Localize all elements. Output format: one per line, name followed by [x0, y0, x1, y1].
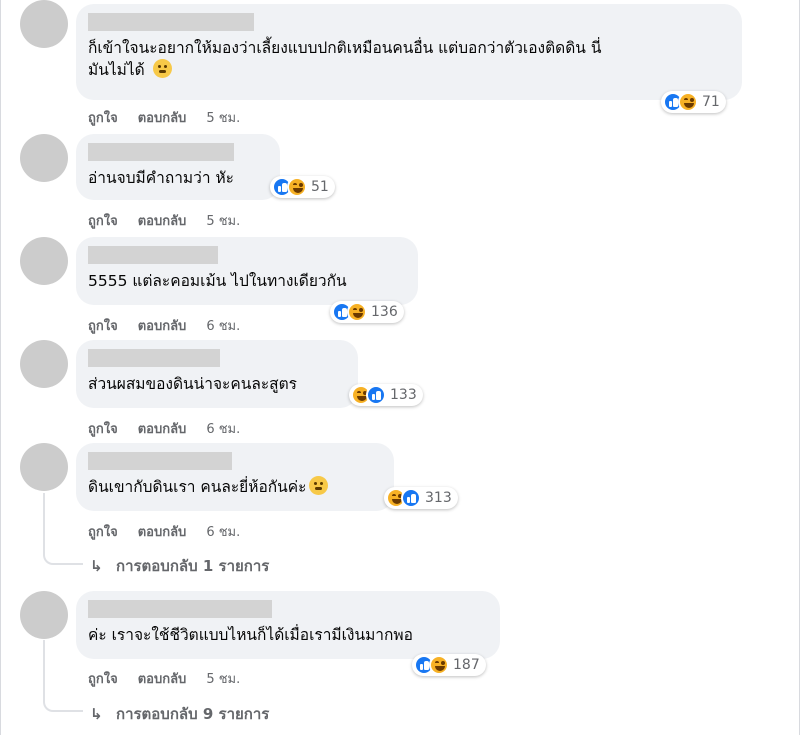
like-button[interactable]: ถูกใจ — [88, 418, 118, 439]
reply-button[interactable]: ตอบกลับ — [138, 315, 187, 336]
avatar[interactable] — [20, 134, 68, 182]
like-button[interactable]: ถูกใจ — [88, 521, 118, 542]
reaction-summary[interactable]: 136 — [330, 301, 404, 323]
reply-button[interactable]: ตอบกลับ — [138, 521, 187, 542]
reply-arrow-icon: ↳ — [90, 705, 103, 723]
reaction-count: 187 — [453, 657, 480, 673]
view-replies-button[interactable]: ↳ การตอบกลับ 1 รายการ — [90, 554, 269, 578]
comment-actions: ถูกใจ ตอบกลับ 6 ชม. — [88, 418, 260, 439]
reaction-summary[interactable]: 71 — [661, 91, 726, 113]
like-button[interactable]: ถูกใจ — [88, 107, 118, 128]
commenter-name-redacted[interactable] — [88, 143, 234, 161]
reaction-count: 51 — [311, 179, 329, 195]
slightly-smiling-face-icon — [152, 59, 172, 78]
avatar[interactable] — [20, 0, 68, 48]
comment-text-line2: มันไม่ได้ — [88, 59, 730, 81]
reaction-count: 313 — [425, 490, 452, 506]
comment-actions: ถูกใจ ตอบกลับ 6 ชม. — [88, 315, 260, 336]
commenter-name-redacted[interactable] — [88, 452, 232, 470]
like-button[interactable]: ถูกใจ — [88, 668, 118, 689]
reaction-summary[interactable]: 187 — [412, 654, 486, 676]
thread-connector-line — [43, 640, 83, 712]
comment-bubble: ดินเขากับดินเรา คนละยี่ห้อกันค่ะ — [76, 443, 394, 511]
comment-actions: ถูกใจ ตอบกลับ 5 ชม. — [88, 107, 260, 128]
avatar[interactable] — [20, 340, 68, 388]
avatar[interactable] — [20, 237, 68, 285]
comment-text: อ่านจบมีคำถามว่า หัะ — [88, 169, 235, 187]
timestamp[interactable]: 6 ชม. — [206, 315, 240, 336]
like-reaction-icon — [366, 385, 386, 405]
timestamp[interactable]: 5 ชม. — [206, 210, 240, 231]
comment-text: ดินเขากับดินเรา คนละยี่ห้อกันค่ะ — [88, 476, 382, 498]
like-reaction-icon — [401, 488, 421, 508]
comment-actions: ถูกใจ ตอบกลับ 6 ชม. — [88, 521, 260, 542]
reaction-summary[interactable]: 133 — [349, 384, 423, 406]
commenter-name-redacted[interactable] — [88, 13, 254, 31]
comment-text: ก็เข้าใจนะอยากให้มองว่าเลี้ยงแบบปกติเหมื… — [88, 39, 602, 57]
comment-bubble: 5555 แต่ละคอมเม้น ไปในทางเดียวกัน — [76, 237, 418, 305]
reaction-summary[interactable]: 313 — [384, 487, 458, 509]
timestamp[interactable]: 5 ชม. — [206, 668, 240, 689]
view-replies-label: การตอบกลับ 9 รายการ — [116, 705, 270, 723]
comment-actions: ถูกใจ ตอบกลับ 5 ชม. — [88, 668, 260, 689]
commenter-name-redacted[interactable] — [88, 246, 218, 264]
comment-bubble: ค่ะ เราจะใช้ชีวิตแบบไหนก็ได้เมื่อเรามีเง… — [76, 591, 500, 659]
reaction-summary[interactable]: 51 — [270, 176, 335, 198]
comment-bubble: ส่วนผสมของดินน่าจะคนละสูตร — [76, 340, 358, 408]
timestamp[interactable]: 5 ชม. — [206, 107, 240, 128]
avatar[interactable] — [20, 443, 68, 491]
comment-bubble: ก็เข้าใจนะอยากให้มองว่าเลี้ยงแบบปกติเหมื… — [76, 4, 742, 100]
reply-button[interactable]: ตอบกลับ — [138, 210, 187, 231]
reply-arrow-icon: ↳ — [90, 557, 103, 575]
timestamp[interactable]: 6 ชม. — [206, 521, 240, 542]
reply-button[interactable]: ตอบกลับ — [138, 418, 187, 439]
view-replies-button[interactable]: ↳ การตอบกลับ 9 รายการ — [90, 702, 269, 726]
reaction-count: 71 — [702, 94, 720, 110]
reply-button[interactable]: ตอบกลับ — [138, 107, 187, 128]
commenter-name-redacted[interactable] — [88, 600, 272, 618]
comment-text: 5555 แต่ละคอมเม้น ไปในทางเดียวกัน — [88, 272, 347, 290]
comment-text: ส่วนผสมของดินน่าจะคนละสูตร — [88, 375, 298, 393]
like-button[interactable]: ถูกใจ — [88, 210, 118, 231]
avatar[interactable] — [20, 591, 68, 639]
haha-reaction-icon — [287, 177, 307, 197]
like-button[interactable]: ถูกใจ — [88, 315, 118, 336]
haha-reaction-icon — [347, 302, 367, 322]
reply-button[interactable]: ตอบกลับ — [138, 668, 187, 689]
comment-text: ค่ะ เราจะใช้ชีวิตแบบไหนก็ได้เมื่อเรามีเง… — [88, 626, 413, 644]
view-replies-label: การตอบกลับ 1 รายการ — [116, 557, 270, 575]
commenter-name-redacted[interactable] — [88, 349, 220, 367]
reaction-count: 133 — [390, 387, 417, 403]
reaction-count: 136 — [371, 304, 398, 320]
comment-actions: ถูกใจ ตอบกลับ 5 ชม. — [88, 210, 260, 231]
haha-reaction-icon — [678, 92, 698, 112]
frame-left-border — [0, 0, 1, 735]
thread-connector-line — [43, 493, 83, 565]
grimacing-face-icon — [309, 476, 329, 495]
haha-reaction-icon — [429, 655, 449, 675]
comment-bubble: อ่านจบมีคำถามว่า หัะ — [76, 134, 280, 200]
timestamp[interactable]: 6 ชม. — [206, 418, 240, 439]
